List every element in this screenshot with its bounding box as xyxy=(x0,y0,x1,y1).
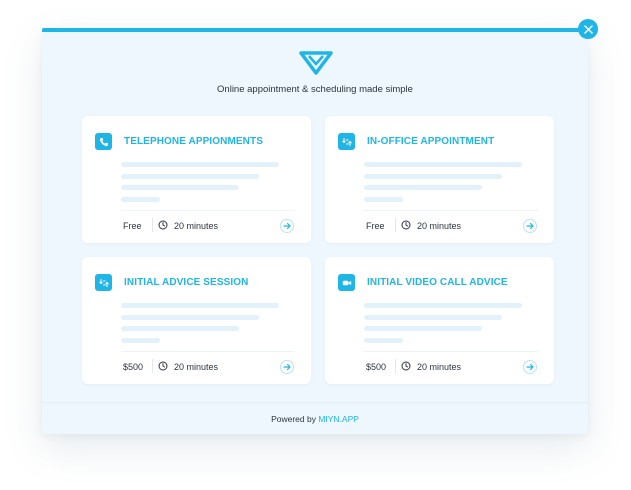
card-title: TELEPHONE APPIONMENTS xyxy=(124,136,263,147)
open-card-button[interactable] xyxy=(523,219,537,233)
clock-icon xyxy=(401,220,411,230)
powered-by-footer: Powered by MIYN.APP xyxy=(42,414,588,424)
description-placeholder-line xyxy=(364,303,522,308)
video-camera-icon xyxy=(342,280,351,285)
arrow-right-icon xyxy=(526,363,534,371)
open-card-button[interactable] xyxy=(523,360,537,374)
description-placeholder-line xyxy=(121,315,259,320)
arrow-right-icon xyxy=(283,363,291,371)
footer-divider xyxy=(42,402,588,403)
card-title: INITIAL ADVICE SESSION xyxy=(124,277,249,288)
close-button[interactable] xyxy=(578,19,598,39)
description-placeholder-line xyxy=(364,185,482,190)
duration-label: 20 minutes xyxy=(174,362,219,372)
description-placeholder-line xyxy=(121,197,160,202)
description-placeholder-line xyxy=(121,174,259,179)
transfer-icon xyxy=(341,137,352,146)
service-card-video-call[interactable]: INITIAL VIDEO CALL ADVICE $500 20 minute… xyxy=(325,257,554,384)
price-label: Free xyxy=(123,221,142,231)
duration-label: 20 minutes xyxy=(417,362,462,372)
card-divider xyxy=(121,351,295,352)
card-title: IN-OFFICE APPOINTMENT xyxy=(367,136,495,147)
card-divider xyxy=(364,351,538,352)
description-placeholder-line xyxy=(364,174,502,179)
description-placeholder-line xyxy=(364,197,403,202)
service-card-in-office[interactable]: IN-OFFICE APPOINTMENT Free 20 minutes xyxy=(325,116,554,243)
powered-by-text: Powered by xyxy=(271,414,319,424)
description-placeholder-line xyxy=(364,338,403,343)
transfer-icon xyxy=(98,278,109,287)
diamond-logo-icon xyxy=(299,51,333,75)
tagline: Online appointment & scheduling made sim… xyxy=(217,84,413,95)
description-placeholder-line xyxy=(364,315,502,320)
brand-link[interactable]: MIYN.APP xyxy=(318,414,359,424)
phone-icon xyxy=(99,137,108,146)
price-label: Free xyxy=(366,221,385,231)
arrow-right-icon xyxy=(526,222,534,230)
service-card-telephone[interactable]: TELEPHONE APPIONMENTS Free 20 minutes xyxy=(82,116,311,243)
open-card-button[interactable] xyxy=(280,360,294,374)
description-placeholder-line xyxy=(364,326,482,331)
card-icon-badge xyxy=(338,133,355,150)
card-icon-badge xyxy=(95,274,112,291)
duration-label: 20 minutes xyxy=(417,221,462,231)
description-placeholder-line xyxy=(364,162,522,167)
price-label: $500 xyxy=(123,362,144,372)
clock-icon xyxy=(401,361,411,371)
description-placeholder-line xyxy=(121,303,279,308)
description-placeholder-line xyxy=(121,185,239,190)
card-title: INITIAL VIDEO CALL ADVICE xyxy=(367,277,508,288)
clock-icon xyxy=(158,361,168,371)
close-icon xyxy=(583,24,593,34)
footer-separator xyxy=(152,218,153,232)
description-placeholder-line xyxy=(121,338,160,343)
card-divider xyxy=(364,210,538,211)
footer-separator xyxy=(152,359,153,373)
modal-accent-bar xyxy=(42,28,588,32)
footer-separator xyxy=(395,218,396,232)
card-icon-badge xyxy=(95,133,112,150)
description-placeholder-line xyxy=(121,326,239,331)
card-icon-badge xyxy=(338,274,355,291)
footer-separator xyxy=(395,359,396,373)
clock-icon xyxy=(158,220,168,230)
arrow-right-icon xyxy=(283,222,291,230)
price-label: $500 xyxy=(366,362,387,372)
service-card-initial-advice[interactable]: INITIAL ADVICE SESSION $500 20 minutes xyxy=(82,257,311,384)
open-card-button[interactable] xyxy=(280,219,294,233)
duration-label: 20 minutes xyxy=(174,221,219,231)
description-placeholder-line xyxy=(121,162,279,167)
card-divider xyxy=(121,210,295,211)
